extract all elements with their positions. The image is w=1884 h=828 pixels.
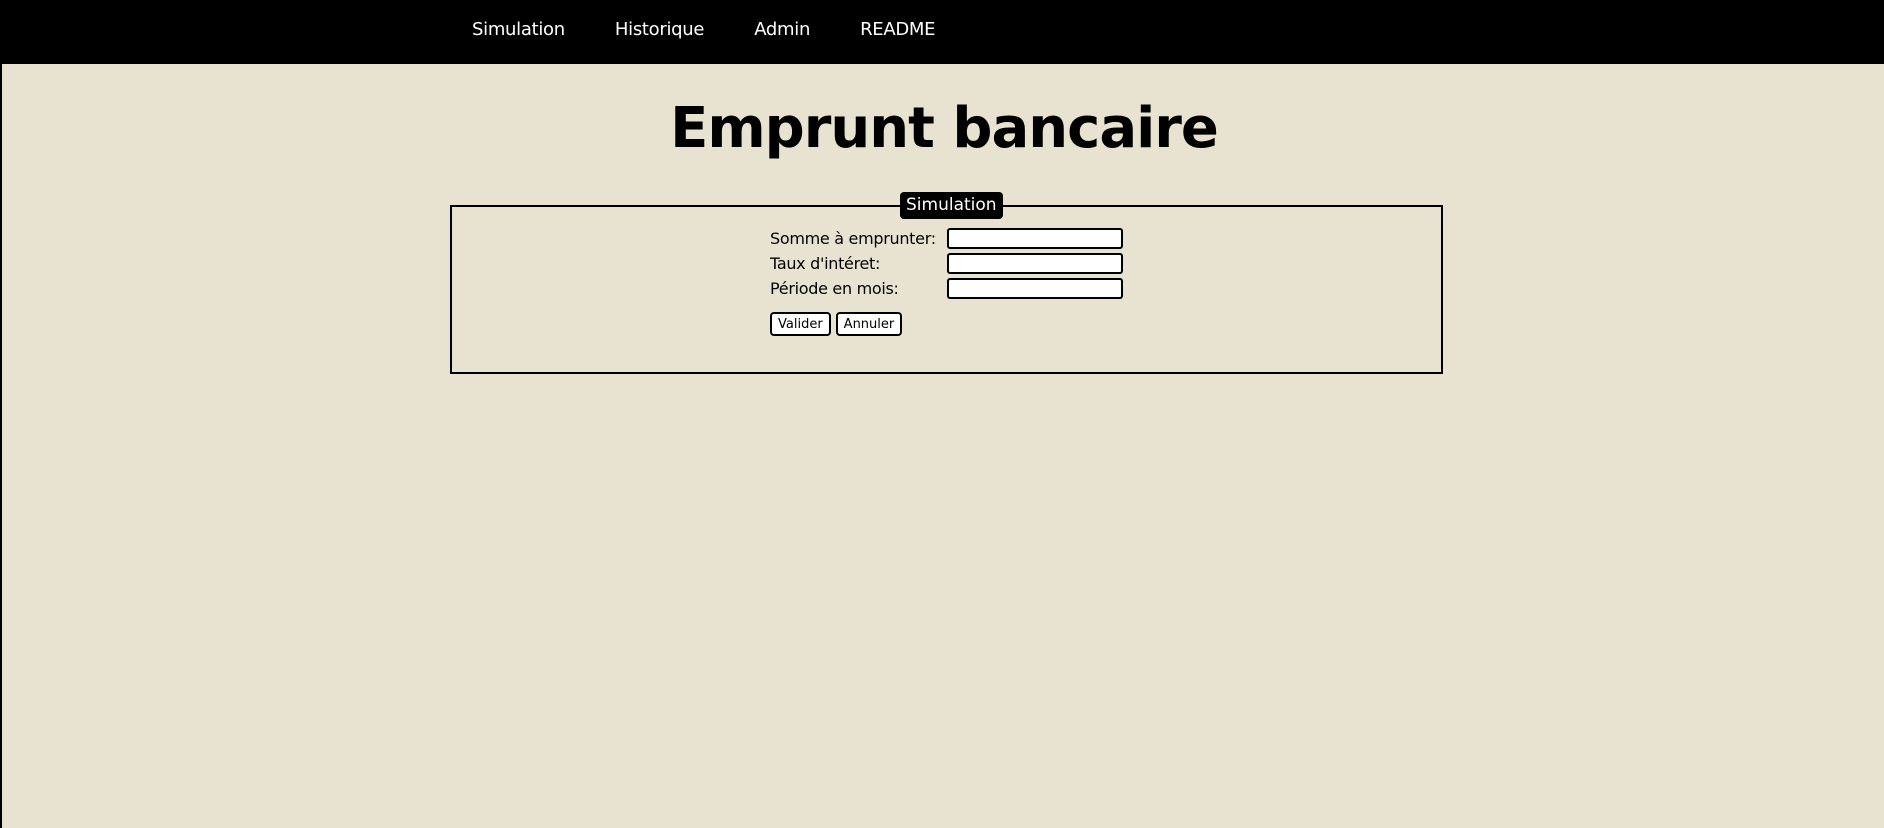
rate-row: Taux d'intéret: xyxy=(770,252,1123,274)
period-row: Période en mois: xyxy=(770,277,1123,299)
amount-row: Somme à emprunter: xyxy=(770,227,1123,249)
top-navigation-bar: Simulation Historique Admin README xyxy=(2,0,1884,64)
nav-item-historique[interactable]: Historique xyxy=(615,19,705,40)
nav-item-simulation[interactable]: Simulation xyxy=(472,19,565,40)
cancel-button[interactable]: Annuler xyxy=(835,312,903,336)
period-input[interactable] xyxy=(947,277,1123,299)
submit-button[interactable]: Valider xyxy=(770,312,831,336)
nav-item-admin[interactable]: Admin xyxy=(754,19,810,40)
amount-label: Somme à emprunter: xyxy=(770,228,936,248)
rate-label: Taux d'intéret: xyxy=(770,253,881,273)
form-buttons: Valider Annuler xyxy=(770,312,903,336)
amount-input[interactable] xyxy=(947,227,1123,249)
simulation-legend: Simulation xyxy=(900,192,1003,219)
rate-input[interactable] xyxy=(947,252,1123,274)
period-label: Période en mois: xyxy=(770,278,899,298)
nav-menu: Simulation Historique Admin README xyxy=(472,0,985,58)
page-title: Emprunt bancaire xyxy=(670,96,1219,161)
nav-item-readme[interactable]: README xyxy=(860,19,935,40)
